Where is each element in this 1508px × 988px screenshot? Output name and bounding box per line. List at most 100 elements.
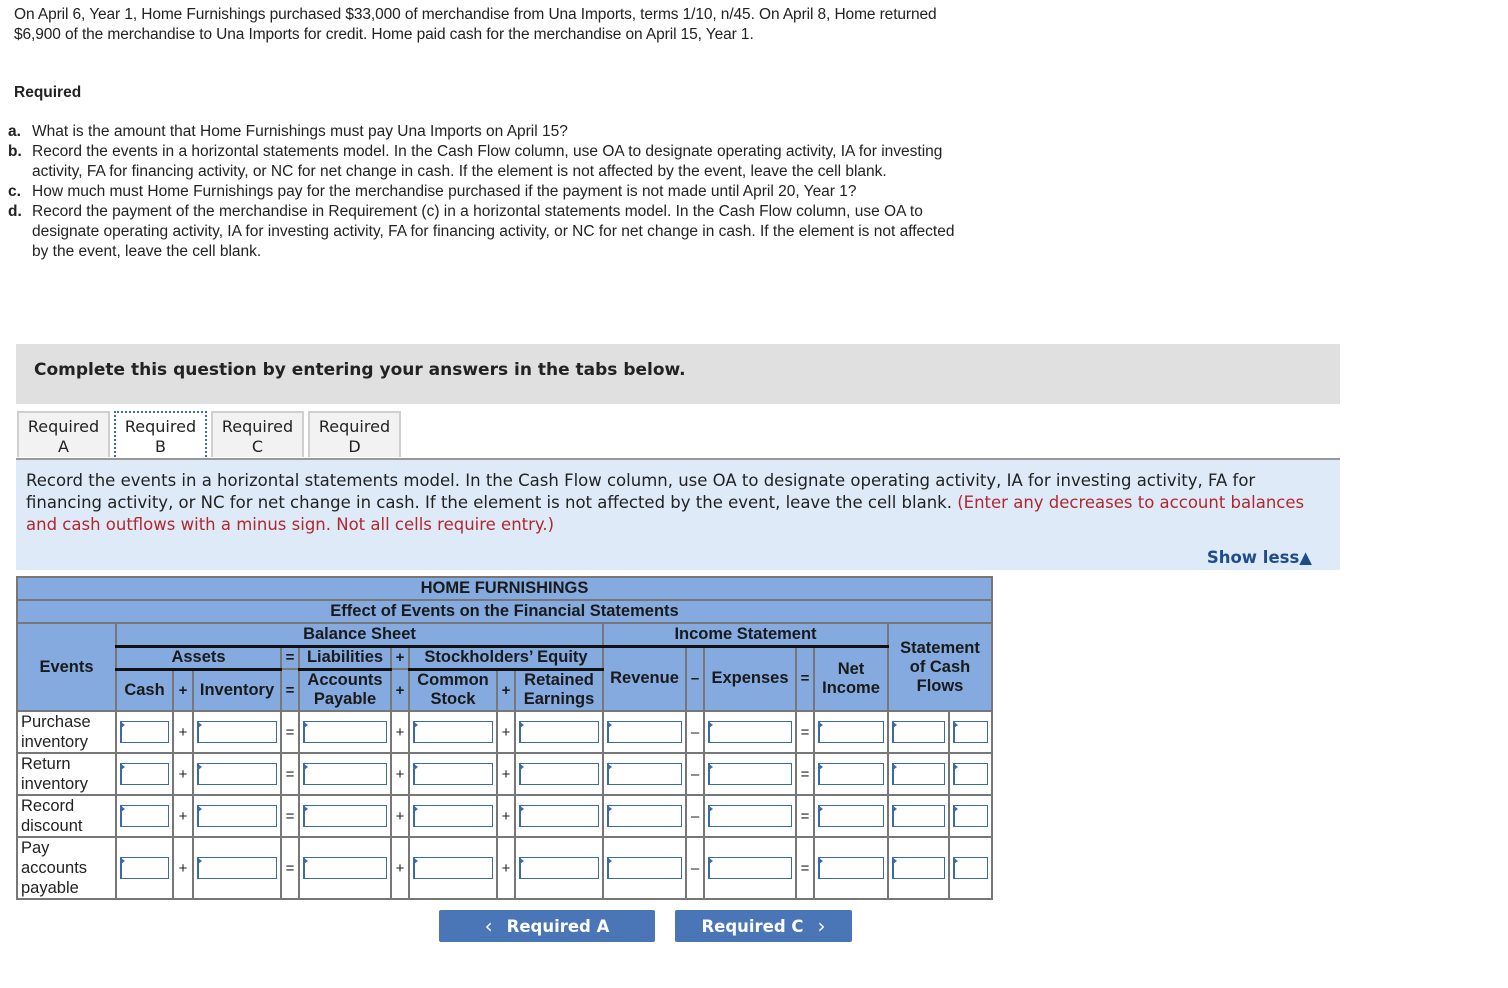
- inventory-input[interactable]: [197, 805, 277, 827]
- tab-letter: C: [251, 437, 264, 456]
- cash-input[interactable]: [120, 763, 169, 785]
- plus-operator: +: [390, 645, 410, 670]
- net-income-input[interactable]: [818, 763, 884, 785]
- inventory-input[interactable]: [197, 763, 277, 785]
- net-income-input[interactable]: [818, 805, 884, 827]
- tab-required-d[interactable]: Required D: [308, 411, 401, 457]
- requirement-text: Record the payment of the merchandise in…: [32, 203, 955, 260]
- input-wrapper: [607, 857, 682, 879]
- revenue-input[interactable]: [607, 805, 682, 827]
- tab-label: Required: [221, 417, 294, 436]
- plus-operator: +: [390, 836, 410, 900]
- prev-button-label: Required A: [506, 916, 610, 936]
- revenue-input[interactable]: [607, 857, 682, 879]
- revenue-cell: [602, 710, 687, 754]
- retained-earnings-input[interactable]: [519, 857, 599, 879]
- input-wrapper: [892, 857, 945, 879]
- show-less-label: Show less: [1206, 548, 1300, 567]
- tab-required-a[interactable]: Required A: [17, 411, 110, 457]
- input-wrapper: [303, 805, 387, 827]
- cf-type-cell: [948, 752, 993, 796]
- input-wrapper: [197, 763, 277, 785]
- cf-amount-input[interactable]: [892, 721, 945, 743]
- input-wrapper: [303, 721, 387, 743]
- input-wrapper: [708, 857, 792, 879]
- net-income-input[interactable]: [818, 721, 884, 743]
- common-stock-input[interactable]: [413, 857, 493, 879]
- input-wrapper: [519, 857, 599, 879]
- next-required-c-button[interactable]: Required C ›: [675, 910, 852, 942]
- tab-label: Required: [318, 417, 391, 436]
- event-label: Purchase inventory: [16, 710, 117, 754]
- requirements-list: a. What is the amount that Home Furnishi…: [8, 122, 958, 262]
- expenses-input[interactable]: [708, 857, 792, 879]
- accounts-payable-input[interactable]: [303, 805, 387, 827]
- accounts-payable-input[interactable]: [303, 721, 387, 743]
- cf-amount-input[interactable]: [892, 857, 945, 879]
- retained-earnings-input[interactable]: [519, 763, 599, 785]
- input-wrapper: [818, 763, 884, 785]
- cf-type-input[interactable]: [953, 857, 988, 879]
- expenses-input[interactable]: [708, 805, 792, 827]
- expenses-header: Expenses: [703, 645, 797, 712]
- tab-label: Required: [124, 417, 197, 436]
- accounts-payable-cell: [298, 752, 392, 796]
- cf-type-input[interactable]: [953, 763, 988, 785]
- minus-operator: –: [685, 794, 705, 838]
- accounts-payable-input[interactable]: [303, 763, 387, 785]
- revenue-input[interactable]: [607, 763, 682, 785]
- common-stock-cell: [408, 794, 498, 838]
- inventory-cell: [192, 710, 282, 754]
- expenses-input[interactable]: [708, 721, 792, 743]
- inventory-input[interactable]: [197, 857, 277, 879]
- retained-earnings-input[interactable]: [519, 805, 599, 827]
- cf-amount-input[interactable]: [892, 805, 945, 827]
- event-label: Pay accounts payable: [16, 836, 117, 900]
- common-stock-input[interactable]: [413, 805, 493, 827]
- plus-operator: +: [172, 836, 194, 900]
- revenue-input[interactable]: [607, 721, 682, 743]
- common-stock-input[interactable]: [413, 763, 493, 785]
- cash-input[interactable]: [120, 805, 169, 827]
- cf-amount-cell: [887, 752, 950, 796]
- input-wrapper: [708, 805, 792, 827]
- minus-operator: –: [685, 710, 705, 754]
- table-row: Pay accounts payable + = + + – =: [16, 836, 993, 900]
- equals-operator: =: [280, 668, 300, 712]
- accounts-payable-input[interactable]: [303, 857, 387, 879]
- cash-input[interactable]: [120, 857, 169, 879]
- inventory-cell: [192, 836, 282, 900]
- input-wrapper: [953, 721, 988, 743]
- common-stock-header: Common Stock: [408, 668, 498, 712]
- inventory-cell: [192, 794, 282, 838]
- inventory-input[interactable]: [197, 721, 277, 743]
- expenses-input[interactable]: [708, 763, 792, 785]
- cf-type-input[interactable]: [953, 805, 988, 827]
- retained-earnings-cell: [514, 836, 604, 900]
- input-wrapper: [607, 763, 682, 785]
- retained-earnings-input[interactable]: [519, 721, 599, 743]
- equals-operator: =: [280, 752, 300, 796]
- cf-type-input[interactable]: [953, 721, 988, 743]
- equals-operator: =: [795, 710, 815, 754]
- show-less-link[interactable]: Show less▲: [1207, 548, 1312, 567]
- plus-operator: +: [172, 794, 194, 838]
- cf-amount-cell: [887, 836, 950, 900]
- retained-earnings-cell: [514, 710, 604, 754]
- plus-operator: +: [172, 710, 194, 754]
- minus-operator: –: [685, 752, 705, 796]
- tab-required-b[interactable]: Required B: [114, 411, 207, 457]
- inventory-cell: [192, 752, 282, 796]
- cash-cell: [115, 752, 174, 796]
- cf-amount-input[interactable]: [892, 763, 945, 785]
- prev-required-a-button[interactable]: ‹ Required A: [439, 910, 655, 942]
- input-wrapper: [120, 857, 169, 879]
- plus-operator: +: [496, 668, 516, 712]
- net-income-input[interactable]: [818, 857, 884, 879]
- revenue-header: Revenue: [602, 645, 687, 712]
- equals-operator: =: [280, 645, 300, 670]
- common-stock-input[interactable]: [413, 721, 493, 743]
- tab-required-c[interactable]: Required C: [211, 411, 304, 457]
- cash-input[interactable]: [120, 721, 169, 743]
- input-wrapper: [892, 721, 945, 743]
